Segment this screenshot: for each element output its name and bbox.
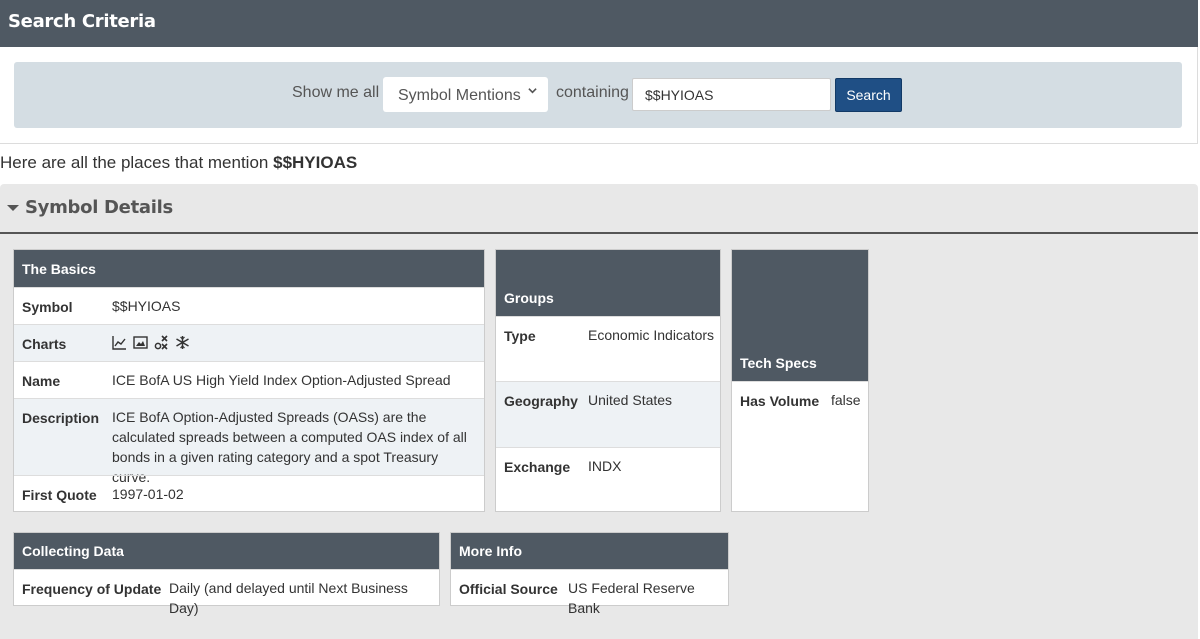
first-quote-label: First Quote <box>22 487 97 503</box>
frequency-value: Daily (and delayed until Next Business D… <box>169 580 408 616</box>
symbol-details-section: Symbol Details The Basics Symbol $$HYIOA… <box>0 184 1198 639</box>
type-label: Type <box>504 328 536 344</box>
containing-label: containing <box>556 84 629 101</box>
collecting-data-panel: Collecting Data Frequency of Update Dail… <box>13 532 440 616</box>
groups-panel: Groups Type Economic Indicators Geograph… <box>495 249 721 512</box>
charts-row: Charts <box>14 324 484 361</box>
symbol-value: $$HYIOAS <box>112 298 181 314</box>
basics-panel-title: The Basics <box>22 261 96 277</box>
geography-label: Geography <box>504 393 578 409</box>
frequency-row: Frequency of Update Daily (and delayed u… <box>14 569 439 616</box>
collecting-data-panel-title: Collecting Data <box>22 543 124 559</box>
name-value: ICE BofA US High Yield Index Option-Adju… <box>112 372 451 388</box>
name-label: Name <box>22 373 61 389</box>
symbol-label: Symbol <box>22 299 73 315</box>
more-info-panel: More Info Official Source US Federal Res… <box>450 532 729 616</box>
groups-panel-header: Groups <box>496 250 720 316</box>
seasonality-chart-icon[interactable] <box>175 335 190 350</box>
exchange-value: INDX <box>588 458 622 474</box>
more-info-panel-header: More Info <box>451 533 728 569</box>
search-input[interactable] <box>632 78 831 111</box>
official-source-label: Official Source <box>459 581 558 597</box>
first-quote-value: 1997-01-02 <box>112 486 184 502</box>
caret-down-icon <box>7 205 19 211</box>
search-button[interactable]: Search <box>835 78 902 112</box>
first-quote-row: First Quote 1997-01-02 <box>14 475 484 512</box>
has-volume-row: Has Volume false <box>732 381 868 511</box>
geography-row: Geography United States <box>496 381 720 447</box>
mention-prefix: Here are all the places that mention <box>0 153 269 172</box>
groups-panel-title: Groups <box>504 290 554 306</box>
mention-symbol: $$HYIOAS <box>273 153 358 172</box>
has-volume-label: Has Volume <box>740 393 820 409</box>
basics-panel: The Basics Symbol $$HYIOAS Charts Name I… <box>13 249 485 512</box>
official-source-row: Official Source US Federal Reserve Bank <box>451 569 728 616</box>
description-row: Description ICE BofA Option-Adjusted Spr… <box>14 398 484 485</box>
symbol-row: Symbol $$HYIOAS <box>14 287 484 324</box>
frequency-label: Frequency of Update <box>22 581 162 597</box>
more-info-panel-title: More Info <box>459 543 522 559</box>
official-source-value: US Federal Reserve Bank <box>568 580 695 616</box>
chevron-down-icon <box>528 86 537 98</box>
symbol-details-title: Symbol Details <box>25 197 173 218</box>
exchange-label: Exchange <box>504 459 571 475</box>
type-row: Type Economic Indicators <box>496 316 720 381</box>
image-chart-icon[interactable] <box>133 335 148 350</box>
name-row: Name ICE BofA US High Yield Index Option… <box>14 361 484 398</box>
tech-specs-panel-title: Tech Specs <box>740 355 817 371</box>
search-type-select[interactable]: Symbol Mentions <box>383 77 548 112</box>
geography-value: United States <box>588 392 673 408</box>
search-criteria-header: Search Criteria <box>0 0 1198 47</box>
tech-specs-panel-header: Tech Specs <box>732 250 868 381</box>
mention-summary: Here are all the places that mention $$H… <box>0 153 357 173</box>
charts-label: Charts <box>22 336 67 352</box>
search-form: Show me all Symbol Mentions containing S… <box>14 62 1182 128</box>
search-type-value: Symbol Mentions <box>398 87 521 104</box>
basics-panel-header: The Basics <box>14 250 484 287</box>
description-label: Description <box>22 410 100 426</box>
has-volume-value: false <box>831 392 861 408</box>
collecting-data-panel-header: Collecting Data <box>14 533 439 569</box>
symbol-details-toggle[interactable]: Symbol Details <box>0 184 1198 234</box>
exchange-row: Exchange INDX <box>496 447 720 511</box>
type-value: Economic Indicators <box>588 327 715 343</box>
search-criteria-title: Search Criteria <box>8 11 156 32</box>
pnf-chart-icon[interactable] <box>154 335 169 350</box>
search-criteria-section: Show me all Symbol Mentions containing S… <box>0 47 1198 144</box>
chart-links <box>112 335 190 350</box>
tech-specs-panel: Tech Specs Has Volume false <box>731 249 869 512</box>
show-me-all-label: Show me all <box>292 84 380 101</box>
line-chart-icon[interactable] <box>112 335 127 350</box>
